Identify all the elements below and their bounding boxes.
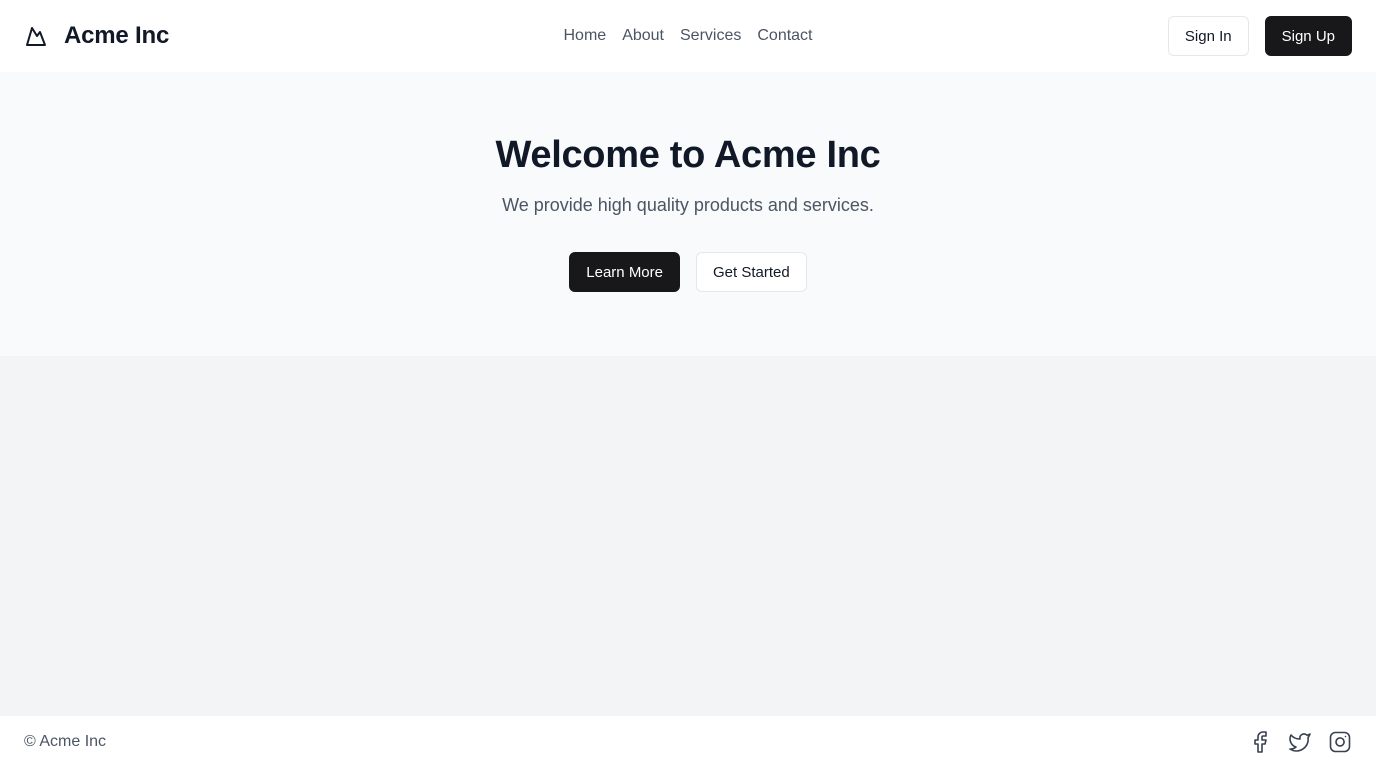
hero-actions: Learn More Get Started: [569, 252, 807, 292]
sign-up-button[interactable]: Sign Up: [1264, 16, 1352, 56]
instagram-icon[interactable]: [1328, 730, 1352, 754]
site-header: Acme Inc Home About Services Contact Sig…: [0, 0, 1376, 72]
hero-section: Welcome to Acme Inc We provide high qual…: [0, 72, 1376, 356]
nav-link-home[interactable]: Home: [564, 27, 607, 45]
get-started-button[interactable]: Get Started: [696, 252, 807, 292]
header-actions: Sign In Sign Up: [1167, 16, 1352, 56]
learn-more-button[interactable]: Learn More: [569, 252, 680, 292]
page: Acme Inc Home About Services Contact Sig…: [0, 0, 1376, 768]
facebook-icon[interactable]: [1248, 730, 1272, 754]
nav-link-about[interactable]: About: [622, 27, 664, 45]
social-links: [1248, 730, 1352, 754]
sign-in-button[interactable]: Sign In: [1167, 16, 1249, 56]
twitter-icon[interactable]: [1288, 730, 1312, 754]
site-footer: © Acme Inc: [0, 714, 1376, 768]
brand-name: Acme Inc: [64, 22, 170, 49]
nav-link-contact[interactable]: Contact: [757, 27, 812, 45]
main-nav: Home About Services Contact: [564, 27, 813, 45]
copyright-text: © Acme Inc: [24, 733, 107, 750]
nav-link-services[interactable]: Services: [680, 27, 741, 45]
main-content: [0, 356, 1376, 714]
brand-link[interactable]: Acme Inc: [24, 22, 169, 50]
hero-title: Welcome to Acme Inc: [495, 134, 881, 176]
mountain-icon: [24, 24, 48, 48]
hero-subtitle: We provide high quality products and ser…: [502, 195, 874, 215]
